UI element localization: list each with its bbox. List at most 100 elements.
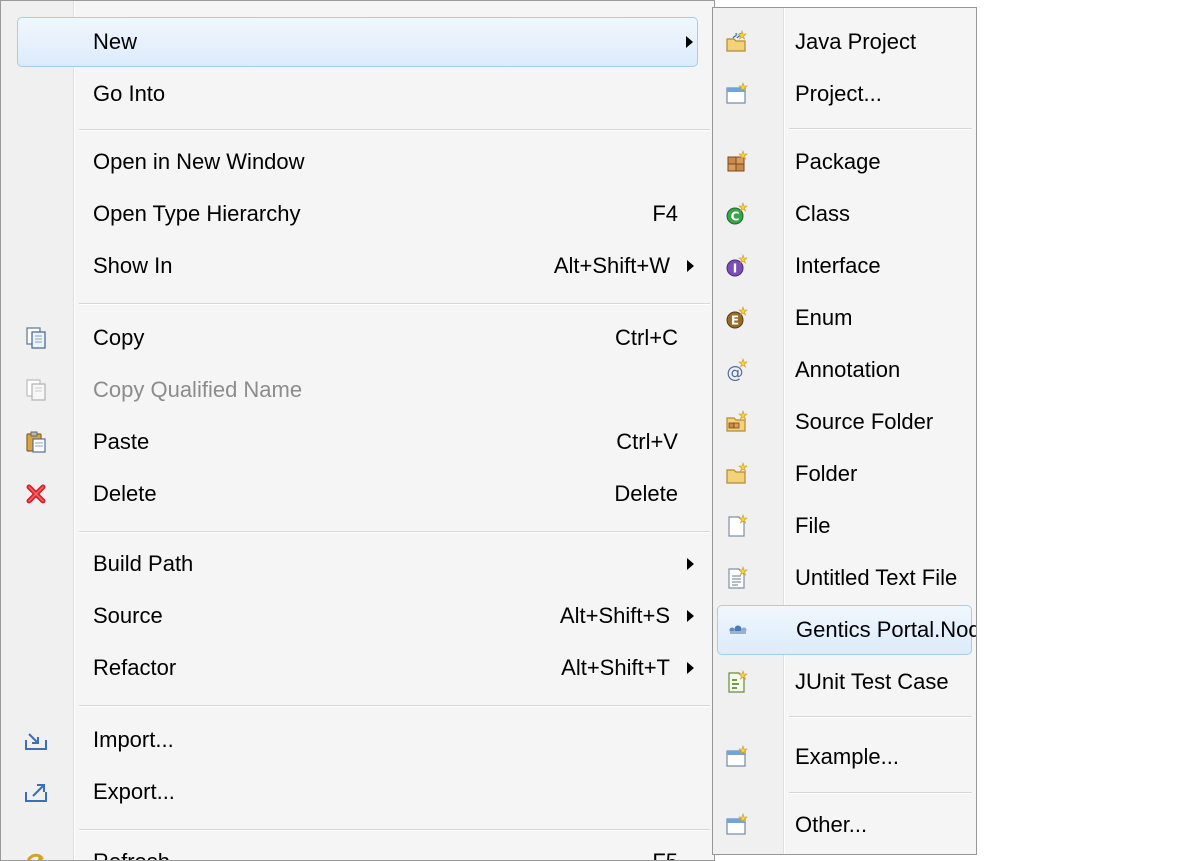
export-icon bbox=[25, 784, 47, 802]
menu-item-copy[interactable]: Copy Ctrl+C bbox=[1, 313, 714, 363]
menu-item-go-into[interactable]: Go Into bbox=[1, 69, 714, 119]
menu-item-label: Source bbox=[93, 603, 163, 628]
menu-item-label: New bbox=[93, 29, 138, 54]
context-menu: New Go Into Open in New Window Open Type… bbox=[0, 0, 715, 861]
submenu-arrow-icon bbox=[687, 610, 694, 622]
folder-icon bbox=[726, 462, 748, 484]
submenu-item-source-folder[interactable]: Source Folder bbox=[713, 397, 976, 447]
submenu-item-label: Enum bbox=[795, 305, 853, 330]
submenu-item-untitled-text-file[interactable]: Untitled Text File bbox=[713, 553, 976, 603]
submenu-item-label: JUnit Test Case bbox=[795, 669, 949, 694]
menu-item-import[interactable]: Import... bbox=[1, 715, 714, 765]
svg-text:I: I bbox=[733, 262, 737, 276]
submenu-item-label: Interface bbox=[795, 253, 881, 278]
menu-separator bbox=[789, 128, 972, 130]
menu-item-open-in-new-window[interactable]: Open in New Window bbox=[1, 137, 714, 187]
submenu-item-label: Package bbox=[795, 149, 881, 174]
menu-item-delete[interactable]: Delete Delete bbox=[1, 469, 714, 519]
menu-item-label: Refactor bbox=[93, 655, 177, 680]
menu-item-label: Export... bbox=[93, 779, 175, 804]
menu-item-label: Open in New Window bbox=[93, 149, 305, 174]
submenu-arrow-icon bbox=[687, 260, 694, 272]
submenu-item-other[interactable]: Other... bbox=[713, 800, 976, 850]
menu-item-build-path[interactable]: Build Path bbox=[1, 539, 714, 589]
menu-separator bbox=[79, 129, 710, 131]
annotation-icon: @ bbox=[727, 358, 748, 382]
submenu-item-label: Example... bbox=[795, 744, 899, 769]
paste-icon bbox=[26, 431, 46, 453]
menu-separator bbox=[79, 531, 710, 533]
menu-item-open-type-hierarchy[interactable]: Open Type Hierarchy F4 bbox=[1, 189, 714, 239]
project-icon bbox=[726, 82, 748, 104]
submenu-item-folder[interactable]: Folder bbox=[713, 449, 976, 499]
class-icon: C bbox=[726, 202, 748, 225]
submenu-item-java-project[interactable]: Java Project bbox=[713, 17, 976, 67]
menu-item-export[interactable]: Export... bbox=[1, 767, 714, 817]
submenu-item-label: File bbox=[795, 513, 831, 538]
text-file-icon bbox=[728, 566, 748, 589]
menu-separator bbox=[79, 829, 710, 831]
submenu-item-label: Annotation bbox=[795, 357, 901, 382]
menu-item-label: Go Into bbox=[93, 81, 166, 106]
submenu-arrow-icon bbox=[687, 662, 694, 674]
menu-item-shortcut: Alt+Shift+S bbox=[559, 603, 670, 628]
other-icon bbox=[726, 813, 748, 835]
menu-item-label: Import... bbox=[93, 727, 174, 752]
submenu-item-annotation[interactable]: @ Annotation bbox=[713, 345, 976, 395]
submenu-arrow-icon bbox=[687, 558, 694, 570]
menu-item-label: Copy Qualified Name bbox=[93, 377, 303, 402]
menu-item-shortcut: Alt+Shift+W bbox=[553, 253, 670, 278]
menu-item-show-in[interactable]: Show In Alt+Shift+W bbox=[1, 241, 714, 291]
menu-item-shortcut: Ctrl+V bbox=[616, 429, 678, 454]
menu-item-label: Paste bbox=[93, 429, 150, 454]
new-submenu: Java Project Project... Package C Class … bbox=[712, 7, 977, 855]
menu-separator bbox=[79, 705, 710, 707]
screen: New Go Into Open in New Window Open Type… bbox=[0, 0, 1203, 861]
menu-item-label: Build Path bbox=[93, 551, 194, 576]
svg-text:E: E bbox=[731, 314, 739, 328]
submenu-item-file[interactable]: File bbox=[713, 501, 976, 551]
menu-separator bbox=[789, 792, 972, 794]
submenu-item-junit-test-case[interactable]: JUnit Test Case bbox=[713, 657, 976, 707]
menu-item-label: Show In bbox=[93, 253, 173, 278]
menu-item-refactor[interactable]: Refactor Alt+Shift+T bbox=[1, 643, 714, 693]
example-icon bbox=[726, 745, 748, 767]
menu-item-refresh[interactable]: Refresh F5 bbox=[1, 837, 714, 860]
menu-item-copy-qualified-name[interactable]: Copy Qualified Name bbox=[1, 365, 714, 415]
submenu-item-project[interactable]: Project... bbox=[713, 69, 976, 119]
submenu-item-example[interactable]: Example... bbox=[713, 732, 976, 782]
submenu-item-gentics-portal-node-view[interactable]: Gentics Portal.Node View bbox=[717, 605, 976, 655]
menu-item-label: Refresh bbox=[93, 849, 170, 860]
menu-item-label: Delete bbox=[93, 481, 157, 506]
submenu-item-label: Java Project bbox=[795, 29, 917, 54]
junit-icon bbox=[728, 670, 748, 693]
submenu-arrow-icon bbox=[686, 36, 693, 48]
submenu-item-label: Gentics Portal.Node View bbox=[796, 617, 976, 642]
submenu-item-label: Project... bbox=[795, 81, 882, 106]
menu-item-paste[interactable]: Paste Ctrl+V bbox=[1, 417, 714, 467]
submenu-item-interface[interactable]: I Interface bbox=[713, 241, 976, 291]
submenu-item-label: Untitled Text File bbox=[795, 565, 958, 590]
source-folder-icon bbox=[726, 410, 748, 432]
menu-item-source[interactable]: Source Alt+Shift+S bbox=[1, 591, 714, 641]
file-icon bbox=[728, 514, 748, 537]
copy-icon bbox=[26, 379, 46, 401]
menu-item-new[interactable]: New bbox=[17, 17, 698, 67]
menu-item-shortcut: F5 bbox=[652, 849, 678, 860]
submenu-item-label: Source Folder bbox=[795, 409, 934, 434]
menu-item-shortcut: Delete bbox=[614, 481, 678, 506]
import-icon bbox=[25, 733, 47, 750]
submenu-item-label: Class bbox=[795, 201, 851, 226]
menu-item-label: Copy bbox=[93, 325, 145, 350]
submenu-item-enum[interactable]: E Enum bbox=[713, 293, 976, 343]
menu-separator bbox=[789, 716, 972, 718]
menu-item-shortcut: F4 bbox=[652, 201, 678, 226]
submenu-item-class[interactable]: C Class bbox=[713, 189, 976, 239]
menu-separator bbox=[79, 303, 710, 305]
enum-icon: E bbox=[726, 306, 748, 329]
delete-icon bbox=[26, 484, 46, 504]
submenu-item-package[interactable]: Package bbox=[713, 137, 976, 187]
java-project-icon bbox=[726, 30, 747, 52]
portal-node-view-icon bbox=[729, 625, 747, 634]
menu-item-shortcut: Ctrl+C bbox=[615, 325, 678, 350]
